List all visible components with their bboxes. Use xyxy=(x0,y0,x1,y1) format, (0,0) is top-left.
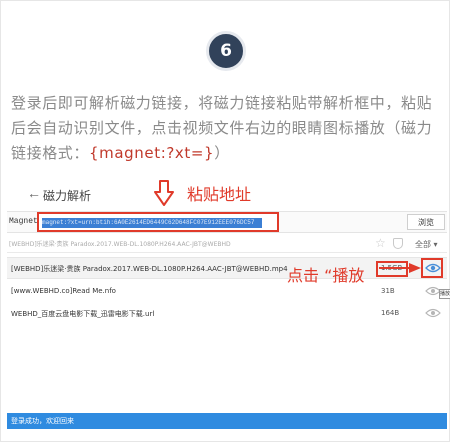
file-size: 31B xyxy=(381,287,395,295)
file-row[interactable]: WEBHD_百度云盘电影下载_迅雷电影下载.url 164B xyxy=(7,303,447,325)
eye-icon[interactable] xyxy=(425,307,441,319)
file-row[interactable]: [www.WEBHD.co]Read Me.nfo 31B xyxy=(7,281,447,303)
select-all-dropdown[interactable]: 全部 ▾ xyxy=(415,239,438,250)
magnet-format: {magnet:?xt=} xyxy=(89,144,215,162)
arrow-left-icon[interactable]: ← xyxy=(27,185,41,201)
eye-icon[interactable] xyxy=(425,262,441,274)
step-number-badge: 6 xyxy=(206,31,246,71)
file-name: [www.WEBHD.co]Read Me.nfo xyxy=(11,287,116,295)
paste-address-annotation: 粘贴地址 xyxy=(187,185,252,204)
magnet-input[interactable]: magnet:?xt=urn:btih:6A0E2614ED6449C62D64… xyxy=(37,212,279,232)
instruction-text: 登录后即可解析磁力链接，将磁力链接粘贴带解析框中，粘贴后会自动识别文件，点击视频… xyxy=(11,91,443,166)
magnet-input-value: magnet:?xt=urn:btih:6A0E2614ED6449C62D64… xyxy=(42,218,262,228)
play-tooltip: 播放 xyxy=(439,289,450,299)
star-icon[interactable]: ☆ xyxy=(375,236,386,250)
magnet-input-row: Magnet: magnet:?xt=urn:btih:6A0E2614ED64… xyxy=(7,211,447,233)
instruction-closing: ） xyxy=(214,144,230,162)
nav-title: 磁力解析 xyxy=(43,189,92,203)
torrent-info-row: [WEBHD]乐迷梁·贵族 Paradox.2017.WEB-DL.1080P.… xyxy=(7,235,447,253)
screenshot-frame: 6 登录后即可解析磁力链接，将磁力链接粘贴带解析框中，粘贴后会自动识别文件，点击… xyxy=(0,0,450,442)
click-play-annotation: 点击 “播放 xyxy=(287,266,365,285)
nav-bar: ← 磁力解析 粘贴地址 xyxy=(7,180,447,207)
status-bar: 登录成功，欢迎回来 xyxy=(7,413,447,429)
right-arrow-annotation-icon xyxy=(379,263,421,273)
file-size: 164B xyxy=(381,309,400,317)
shield-icon[interactable] xyxy=(393,238,403,249)
down-arrow-annotation-icon xyxy=(154,180,174,206)
torrent-title: [WEBHD]乐迷梁·贵族 Paradox.2017.WEB-DL.1080P.… xyxy=(9,241,231,248)
browse-button[interactable]: 浏览 xyxy=(407,214,445,230)
magnet-parse-panel: ← 磁力解析 粘贴地址 Magnet: magnet:?xt=urn:btih:… xyxy=(7,180,450,433)
file-name: [WEBHD]乐迷梁·贵族 Paradox.2017.WEB-DL.1080P.… xyxy=(11,265,288,273)
file-name: WEBHD_百度云盘电影下载_迅雷电影下载.url xyxy=(11,310,155,318)
